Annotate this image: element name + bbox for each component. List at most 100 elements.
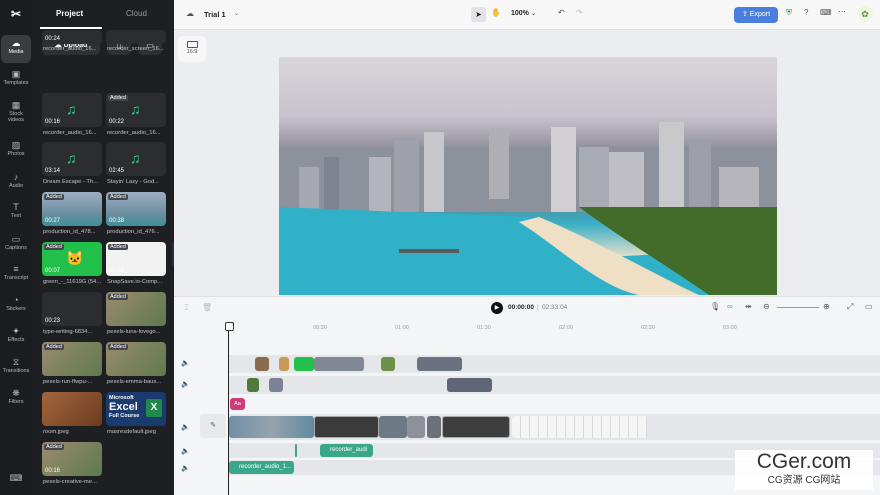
delete-icon[interactable]: 🗑 bbox=[202, 303, 212, 312]
media-thumbnail[interactable] bbox=[106, 30, 166, 44]
nav-captions[interactable]: ▭ Captions bbox=[1, 231, 31, 259]
media-thumbnail[interactable]: Added 00:16 bbox=[42, 442, 102, 476]
edit-main-track-icon[interactable]: ✎ bbox=[200, 414, 226, 438]
track-audio-toggle-icon[interactable]: 🔈 bbox=[181, 380, 190, 388]
nav-transcript[interactable]: ≡ Transcript bbox=[1, 261, 31, 289]
timeline-clip[interactable] bbox=[427, 416, 441, 438]
undo-icon[interactable]: ↶ bbox=[558, 8, 565, 17]
caption-icon[interactable]: ▭ bbox=[865, 302, 873, 311]
capcut-logo-icon: ✂ bbox=[10, 7, 22, 21]
chevron-down-icon[interactable]: ⌄ bbox=[234, 10, 239, 17]
media-thumbnail[interactable] bbox=[42, 392, 102, 426]
timeline-clip[interactable] bbox=[447, 378, 492, 392]
split-scene-icon[interactable]: ⇹ bbox=[745, 302, 752, 311]
export-button[interactable]: ⇪ Export bbox=[734, 7, 778, 23]
more-icon[interactable]: ⋯ bbox=[838, 7, 846, 16]
timeline-clip[interactable] bbox=[294, 357, 314, 371]
zoom-slider[interactable] bbox=[777, 307, 819, 308]
timeline-clip[interactable] bbox=[247, 378, 259, 392]
audio-track-icon[interactable]: 🔈 bbox=[181, 447, 190, 455]
zoom-in-icon[interactable]: ⊕ bbox=[823, 302, 830, 311]
split-icon[interactable]: ⌶ bbox=[184, 303, 189, 313]
mic-icon[interactable]: 🎙 bbox=[710, 302, 720, 311]
nav-text[interactable]: T Text bbox=[1, 199, 31, 227]
timeline-clip[interactable] bbox=[407, 416, 425, 438]
main-video-track[interactable] bbox=[229, 414, 880, 440]
media-thumbnail[interactable]: ♫ 02:45 bbox=[106, 142, 166, 176]
nav-label: Effects bbox=[7, 337, 25, 343]
media-filename: recorder_screen_16... bbox=[107, 46, 164, 52]
timeline-clip[interactable] bbox=[314, 416, 379, 438]
audio-clip[interactable]: recorder_audio_1... bbox=[229, 461, 294, 474]
nav-label: Transcript bbox=[3, 275, 29, 281]
tab-cloud[interactable]: Cloud bbox=[126, 9, 147, 18]
shield-icon[interactable]: ⛨ bbox=[786, 8, 792, 18]
select-tool-icon[interactable]: ➤ bbox=[471, 7, 486, 22]
media-filename: production_id_478... bbox=[43, 229, 96, 235]
aspect-ratio-button[interactable]: 16:9 bbox=[178, 36, 206, 62]
nav-media[interactable]: ☁ Media bbox=[1, 35, 31, 63]
timeline-clip[interactable] bbox=[512, 416, 647, 438]
media-thumbnail[interactable]: Added bbox=[106, 342, 166, 376]
media-thumbnail[interactable]: Added 00:58 bbox=[106, 242, 166, 276]
media-thumbnail[interactable]: Added 00:38 bbox=[106, 192, 166, 226]
zoom-level[interactable]: 100% bbox=[511, 10, 529, 17]
audio-track-icon[interactable]: 🔈 bbox=[181, 464, 190, 472]
effect-clip[interactable]: Aa bbox=[230, 398, 245, 410]
timeline-clip[interactable] bbox=[314, 357, 364, 371]
nav-stickers[interactable]: ◔ Stickers bbox=[1, 292, 31, 320]
timeline-clip[interactable] bbox=[417, 357, 462, 371]
timeline-clip[interactable] bbox=[442, 416, 510, 438]
main-track-audio-icon[interactable]: 🔈 bbox=[181, 423, 190, 431]
media-thumbnail[interactable]: Microsoft Excel Full Course X bbox=[106, 392, 166, 426]
media-panel: Project Cloud ☁ Upload ▯ ▭ 00:24 recorder… bbox=[32, 0, 174, 495]
media-thumbnail[interactable]: Added bbox=[42, 342, 102, 376]
help-icon[interactable]: ? bbox=[804, 8, 808, 17]
play-button[interactable]: ▶ bbox=[491, 302, 503, 314]
timeline-clip[interactable] bbox=[279, 357, 289, 371]
nav-photos[interactable]: ▨ Photos bbox=[1, 137, 31, 165]
tab-project[interactable]: Project bbox=[56, 9, 83, 18]
timeline-clip[interactable] bbox=[269, 378, 283, 392]
cloud-sync-icon[interactable]: ☁ bbox=[186, 9, 194, 18]
captions-icon: ▭ bbox=[11, 234, 21, 244]
media-thumbnail[interactable]: 00:23 bbox=[42, 292, 102, 326]
media-thumbnail[interactable]: ♫ 00:16 bbox=[42, 93, 102, 127]
timeline-clip[interactable] bbox=[381, 357, 395, 371]
keyboard-shortcuts-icon[interactable]: ⌨ bbox=[1, 470, 31, 488]
audio-clip[interactable]: recorder_audi bbox=[320, 444, 373, 457]
nav-effects[interactable]: ✦ Effects bbox=[1, 323, 31, 351]
ruler-tick-label: 00:30 bbox=[313, 325, 327, 331]
fit-timeline-icon[interactable]: ⤢ bbox=[847, 302, 853, 312]
media-thumbnail[interactable]: ♫ 03:14 bbox=[42, 142, 102, 176]
video-preview[interactable] bbox=[279, 57, 777, 295]
overlay-track-2[interactable] bbox=[229, 376, 880, 394]
nav-filters[interactable]: ❋ Filters bbox=[1, 385, 31, 413]
redo-icon[interactable]: ↷ bbox=[576, 8, 583, 17]
timeline-toolbar: ⌶ 🗑 ▶ 00:00:00 | 02:33:04 🎙 ∞ ⇹ ⊖ ⊕ ⤢ ▭ bbox=[174, 296, 880, 318]
overlay-track-1[interactable] bbox=[229, 355, 880, 373]
media-thumbnail[interactable]: 🐱 Added 00:07 bbox=[42, 242, 102, 276]
timeline-clip[interactable] bbox=[229, 416, 314, 438]
media-thumbnail[interactable]: 00:24 bbox=[42, 30, 102, 44]
timeline-clip[interactable] bbox=[255, 357, 269, 371]
hand-tool-icon[interactable]: ✋ bbox=[491, 8, 501, 17]
zoom-out-icon[interactable]: ⊖ bbox=[763, 302, 770, 311]
media-thumbnail[interactable]: ♫ Added 00:22 bbox=[106, 93, 166, 127]
nav-transitions[interactable]: ⧖ Transitions bbox=[1, 354, 31, 382]
media-thumbnail[interactable]: Added bbox=[106, 292, 166, 326]
timeline-clip[interactable] bbox=[379, 416, 407, 438]
nav-stock-videos[interactable]: ▦ Stock videos bbox=[1, 97, 31, 125]
nav-audio[interactable]: ♪ Audio bbox=[1, 169, 31, 197]
track-audio-toggle-icon[interactable]: 🔈 bbox=[181, 359, 190, 367]
avatar[interactable]: ✿ bbox=[857, 6, 873, 22]
keyboard-icon[interactable]: ⌨ bbox=[820, 8, 832, 17]
added-badge: Added bbox=[108, 344, 128, 350]
link-icon[interactable]: ∞ bbox=[727, 302, 733, 311]
media-thumbnail[interactable]: Added 00:27 bbox=[42, 192, 102, 226]
playhead[interactable] bbox=[225, 322, 234, 495]
duration-label: 00:23 bbox=[45, 318, 61, 324]
project-title[interactable]: Trial 1 bbox=[204, 10, 226, 19]
nav-templates[interactable]: ▣ Templates bbox=[1, 66, 31, 94]
zoom-chevron-icon[interactable]: ⌄ bbox=[531, 10, 536, 17]
